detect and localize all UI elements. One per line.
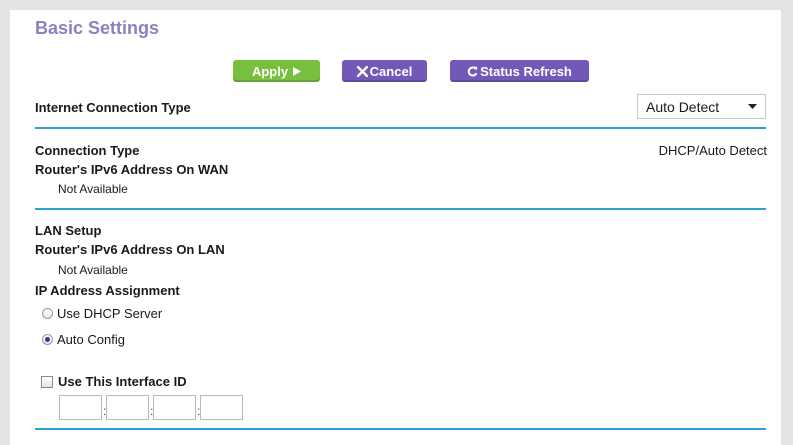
cancel-button[interactable]: Cancel	[342, 60, 427, 82]
section-divider	[35, 428, 766, 430]
connection-type-label: Connection Type	[35, 143, 140, 158]
use-interface-id-option[interactable]: Use This Interface ID	[41, 374, 187, 389]
connection-type-value: DHCP/Auto Detect	[658, 143, 767, 158]
lan-setup-label: LAN Setup	[35, 223, 102, 238]
interface-id-field-4[interactable]	[200, 395, 243, 420]
lan-ipv6-value: Not Available	[58, 263, 128, 277]
section-divider	[35, 208, 766, 210]
interface-id-field-2[interactable]	[106, 395, 149, 420]
status-refresh-label: Status Refresh	[480, 63, 572, 79]
use-interface-id-label: Use This Interface ID	[58, 374, 187, 389]
internet-connection-type-label: Internet Connection Type	[35, 100, 191, 115]
interface-id-field-3[interactable]	[153, 395, 196, 420]
page-title: Basic Settings	[35, 18, 160, 38]
window-frame-right	[781, 0, 793, 445]
cancel-button-label: Cancel	[369, 63, 413, 79]
ip-address-assignment-label: IP Address Assignment	[35, 283, 180, 298]
use-dhcp-server-radio[interactable]	[42, 308, 53, 319]
lan-ipv6-label: Router's IPv6 Address On LAN	[35, 242, 225, 257]
auto-config-option[interactable]: Auto Config	[42, 332, 125, 347]
window-frame-top	[0, 0, 793, 10]
apply-button[interactable]: Apply	[233, 60, 320, 82]
window-frame-left	[0, 0, 10, 445]
settings-panel: Basic Settings Apply Cancel Status Refre…	[10, 10, 781, 445]
interface-id-field-1[interactable]	[59, 395, 102, 420]
refresh-icon	[467, 66, 478, 77]
use-dhcp-server-option[interactable]: Use DHCP Server	[42, 306, 162, 321]
use-dhcp-server-label: Use DHCP Server	[57, 306, 163, 321]
internet-connection-type-value: Auto Detect	[646, 98, 720, 115]
x-icon	[356, 65, 368, 77]
wan-ipv6-label: Router's IPv6 Address On WAN	[35, 162, 229, 177]
status-refresh-button[interactable]: Status Refresh	[450, 60, 589, 82]
auto-config-radio[interactable]	[42, 334, 53, 345]
section-divider	[35, 127, 766, 129]
wan-ipv6-value: Not Available	[58, 182, 128, 196]
chevron-down-icon	[748, 104, 757, 109]
internet-connection-type-select[interactable]: Auto Detect	[637, 94, 766, 119]
apply-button-label: Apply	[251, 63, 289, 79]
use-interface-id-checkbox[interactable]	[41, 375, 53, 388]
play-arrow-icon	[293, 66, 302, 76]
auto-config-label: Auto Config	[57, 332, 125, 347]
